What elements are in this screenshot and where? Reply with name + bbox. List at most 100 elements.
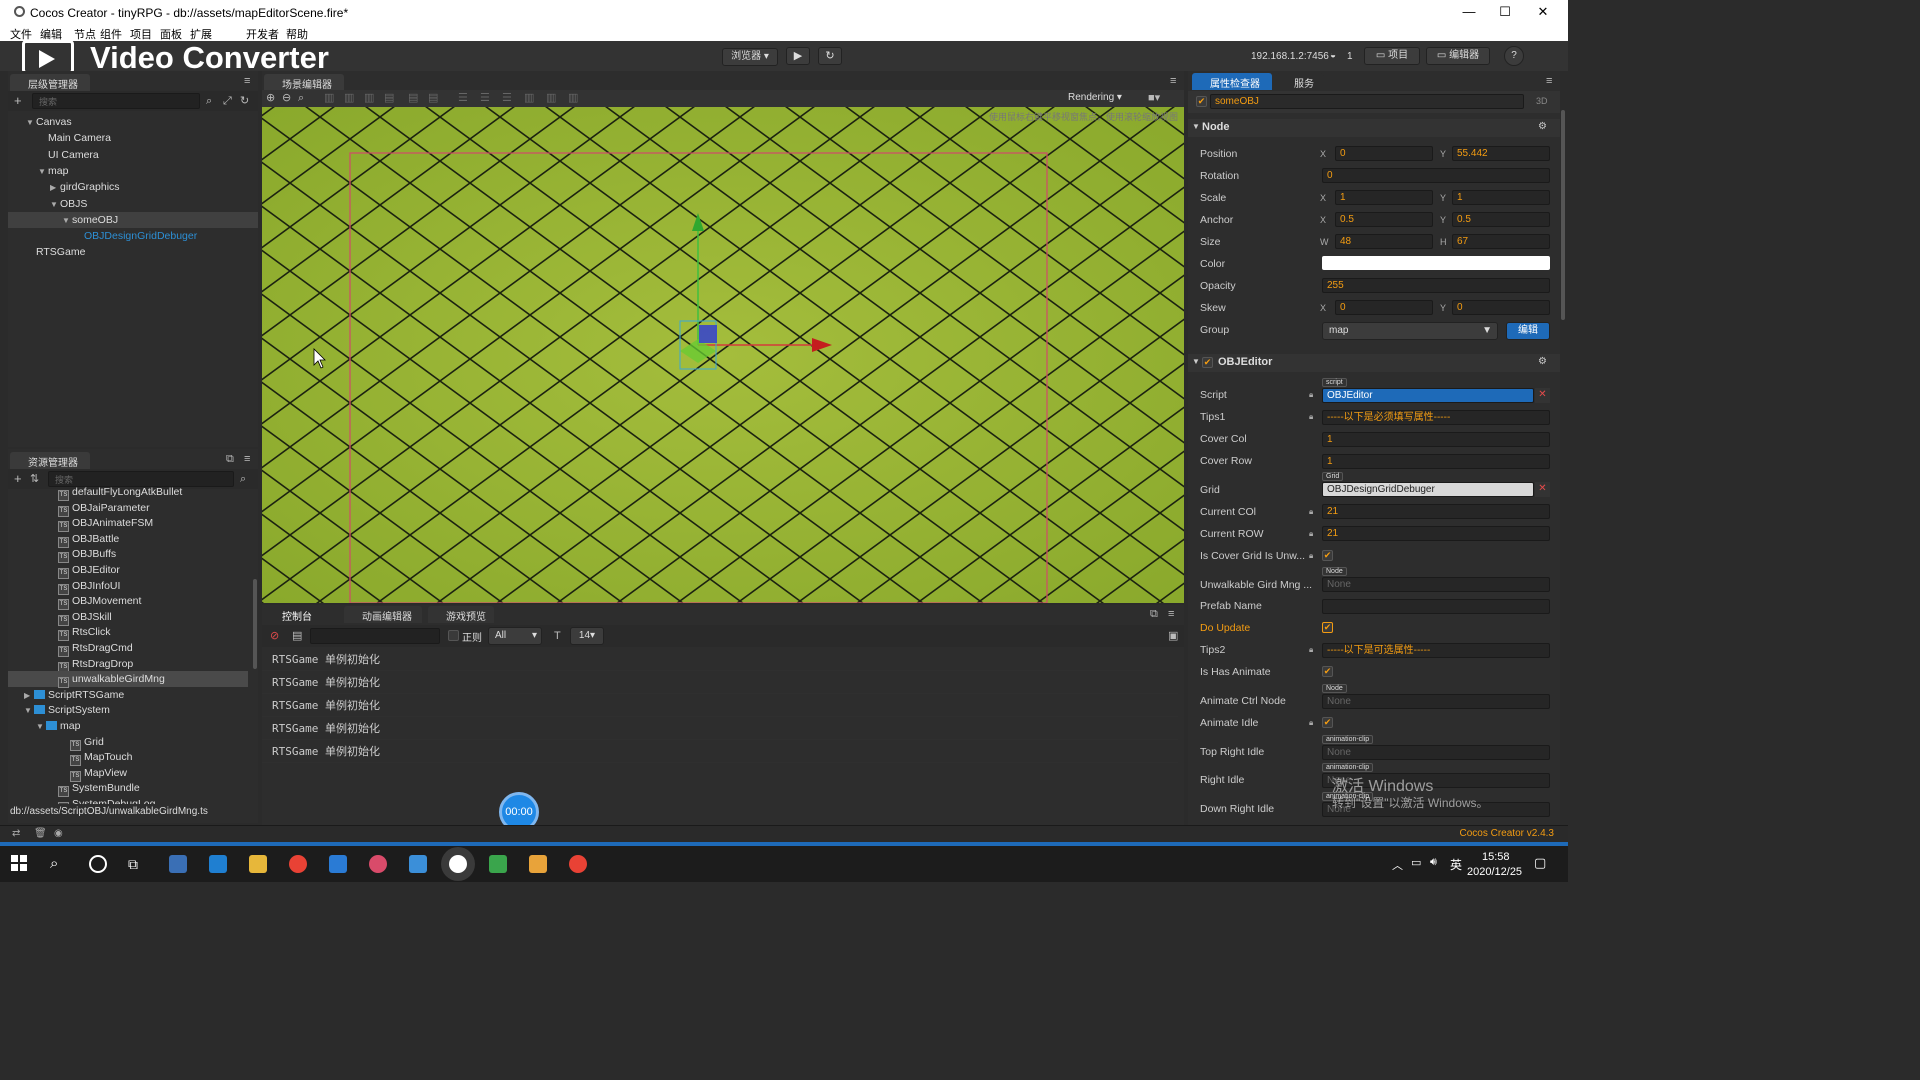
regex-checkbox[interactable] (448, 630, 459, 641)
asset-item[interactable]: ▼ ScriptSystem (8, 702, 248, 718)
log-level-select[interactable]: All ▾ (488, 627, 542, 645)
eye-icon[interactable]: ◉ (54, 828, 63, 839)
hierarchy-node[interactable]: ▼ OBJS (8, 196, 258, 212)
align-right-icon[interactable]: ▥ (364, 92, 374, 104)
size-w-input[interactable]: 48 (1335, 234, 1433, 249)
popout-icon[interactable]: ⧉ (1150, 608, 1158, 620)
trash-icon[interactable]: 🗑︎ (34, 828, 47, 839)
align-top-icon[interactable]: ▤ (384, 92, 394, 104)
is-cover-checkbox[interactable]: ✔ (1322, 550, 1333, 561)
refresh-button[interactable]: ↻ (818, 47, 842, 65)
top-right-idle-field[interactable]: None (1322, 745, 1550, 760)
do-update-checkbox[interactable]: ✔ (1322, 622, 1333, 633)
asset-item[interactable]: TS OBJaiParameter (8, 500, 248, 517)
remove-icon[interactable]: ✕ (1535, 388, 1550, 403)
asset-item[interactable]: TS RtsClick (8, 624, 248, 642)
notifications-icon[interactable]: ⇄ (12, 828, 20, 839)
minimize-button[interactable]: — (1451, 0, 1487, 25)
scene-tab[interactable]: 场景编辑器 (264, 74, 344, 91)
refresh-icon[interactable]: ↻ (240, 95, 249, 107)
app-icon[interactable] (409, 855, 427, 873)
search-icon[interactable]: ⌕ (50, 855, 68, 873)
maximize-button[interactable]: ☐ (1487, 0, 1523, 25)
browser-select[interactable]: 浏览器 ▾ (722, 48, 778, 66)
assets-tab[interactable]: 资源管理器 (10, 452, 90, 469)
asset-item[interactable]: ▼ map (8, 718, 248, 734)
node-name-input[interactable]: someOBJ (1210, 94, 1524, 109)
cortana-icon[interactable] (89, 855, 107, 873)
open-editor-button[interactable]: ▭ 编辑器 (1426, 47, 1490, 65)
hierarchy-node[interactable]: Main Camera (8, 130, 258, 146)
unwalkable-field[interactable]: None (1322, 577, 1550, 592)
asset-item[interactable]: TS OBJInfoUI (8, 578, 248, 595)
locate-icon[interactable]: ⤢ (223, 95, 232, 107)
network-icon[interactable]: ▭ (1411, 856, 1421, 869)
distribute-middle-icon[interactable]: ☰ (480, 92, 490, 104)
camera-icon[interactable]: ■▾ (1148, 92, 1160, 104)
font-size-select[interactable]: 14▾ (570, 627, 604, 645)
chrome-icon[interactable] (289, 855, 307, 873)
help-button[interactable]: ? (1504, 46, 1524, 66)
hierarchy-node[interactable]: ▼ someOBJ (8, 211, 258, 228)
panel-menu-icon[interactable]: ≡ (244, 453, 250, 465)
asset-item[interactable]: TS SystemBundle (8, 780, 248, 798)
gear-icon[interactable]: ⚙ (1538, 356, 1547, 367)
position-y-input[interactable]: 55.442 (1452, 146, 1550, 161)
distribute-top-icon[interactable]: ☰ (458, 92, 468, 104)
component-header[interactable]: ▼ ✔ OBJEditor ⚙ (1188, 354, 1560, 372)
current-row-input[interactable]: 21 (1322, 526, 1550, 541)
task-view-icon[interactable]: ⧉ (128, 855, 146, 873)
asset-item[interactable]: TS MapTouch (8, 749, 248, 767)
assets-search-input[interactable]: 搜索 (48, 471, 234, 487)
add-asset-icon[interactable]: + (14, 472, 22, 485)
skew-y-input[interactable]: 0 (1452, 300, 1550, 315)
scale-y-input[interactable]: 1 (1452, 190, 1550, 205)
hierarchy-node[interactable]: ▶ girdGraphics (8, 179, 258, 195)
search-icon[interactable]: ⌕ (206, 95, 212, 107)
console-tab[interactable]: 控制台 (264, 606, 334, 623)
chevron-down-icon[interactable]: ▼ (50, 197, 60, 213)
asset-item[interactable]: TS unwalkableGirdMng (8, 671, 248, 689)
calculator-icon[interactable] (169, 855, 187, 873)
open-project-button[interactable]: ▭ 项目 (1364, 47, 1420, 65)
asset-item[interactable]: TS Grid (8, 734, 248, 751)
is-has-animate-checkbox[interactable]: ✔ (1322, 666, 1333, 677)
clear-icon[interactable]: ⊘ (270, 630, 279, 642)
asset-item[interactable]: TS OBJMovement (8, 593, 248, 611)
tray-chevron-icon[interactable]: ︿ (1392, 857, 1403, 873)
group-edit-button[interactable]: 编辑 (1506, 322, 1550, 340)
3d-toggle[interactable]: 3D (1536, 96, 1548, 106)
ime-indicator[interactable]: 英 (1450, 856, 1462, 873)
chevron-down-icon[interactable]: ▼ (36, 719, 46, 735)
hierarchy-node[interactable]: RTSGame (8, 244, 258, 260)
node-section-header[interactable]: ▼ Node ⚙ (1188, 119, 1560, 137)
asset-item[interactable]: ▶ ScriptRTSGame (8, 687, 248, 703)
group-select[interactable]: map ▼ (1322, 322, 1498, 340)
popout-icon[interactable]: ⧉ (226, 453, 234, 465)
add-node-icon[interactable]: + (14, 94, 22, 107)
volume-icon[interactable]: 🔊︎ (1430, 856, 1437, 869)
chrome-icon[interactable] (569, 855, 587, 873)
app-icon[interactable] (529, 855, 547, 873)
zoom-out-icon[interactable]: ⊖ (282, 92, 291, 104)
clock-time[interactable]: 15:58 (1482, 851, 1510, 863)
align-center-icon[interactable]: ▥ (344, 92, 354, 104)
scale-x-input[interactable]: 1 (1335, 190, 1433, 205)
asset-item[interactable]: TS OBJSkill (8, 609, 248, 626)
rotation-input[interactable]: 0 (1322, 168, 1550, 183)
size-h-input[interactable]: 67 (1452, 234, 1550, 249)
anim-idle-checkbox[interactable]: ✔ (1322, 717, 1333, 728)
vscode-icon[interactable] (209, 855, 227, 873)
zoom-reset-icon[interactable]: ⌕ (298, 92, 304, 104)
scene-view[interactable]: 使用鼠标右键平移视窗焦点，使用滚轮缩放视图 (262, 107, 1184, 603)
app-icon[interactable] (369, 855, 387, 873)
cocos-creator-icon[interactable] (449, 855, 467, 873)
app-icon[interactable] (329, 855, 347, 873)
play-button[interactable]: ▶ (786, 47, 810, 65)
asset-item[interactable]: TS OBJBuffs (8, 546, 248, 564)
console-filter-input[interactable] (310, 628, 440, 644)
hierarchy-node[interactable]: UI Camera (8, 147, 258, 163)
component-enabled-checkbox[interactable]: ✔ (1202, 357, 1213, 368)
search-icon[interactable]: ⌕ (240, 473, 246, 485)
hierarchy-node[interactable]: ▼ Canvas (8, 114, 258, 130)
